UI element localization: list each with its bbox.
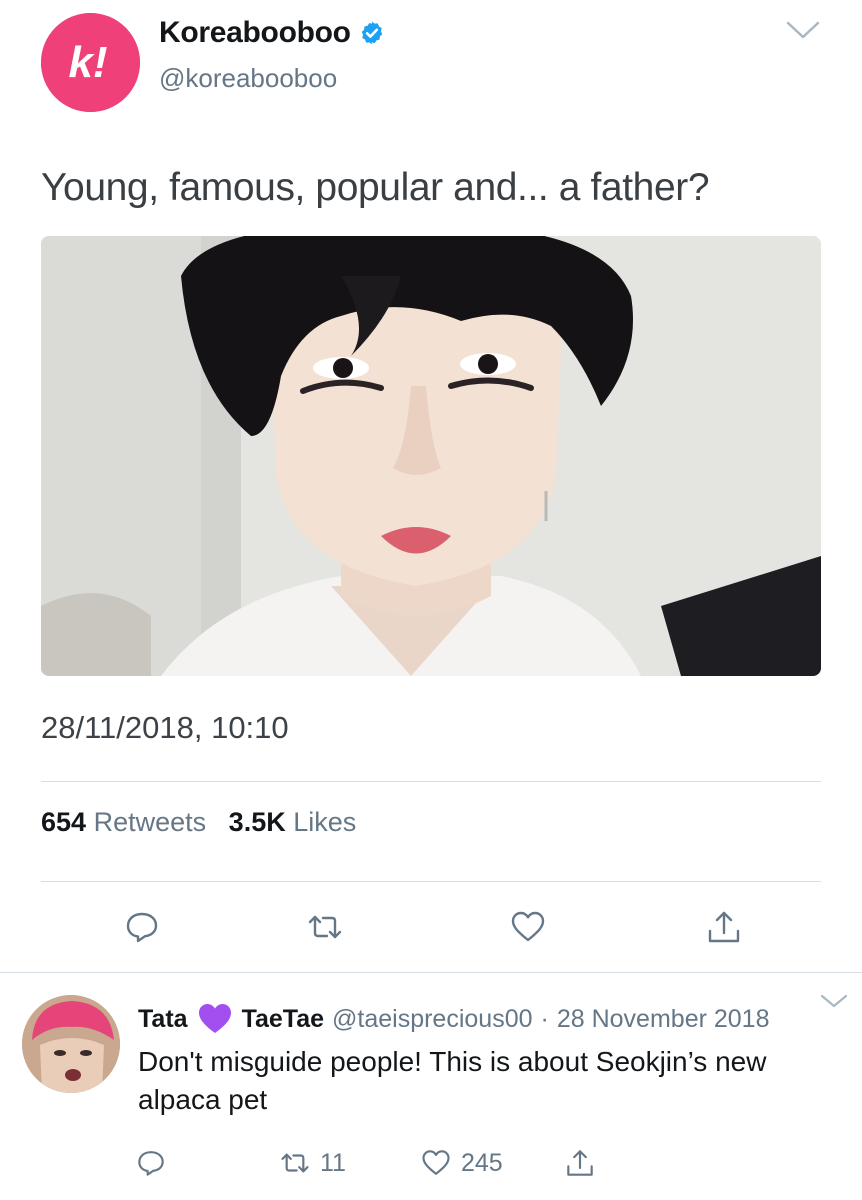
reply-like-button[interactable]: 245 xyxy=(421,1146,503,1180)
portrait-illustration xyxy=(41,236,821,676)
reply-retweet-count: 11 xyxy=(320,1148,346,1177)
chevron-down-icon[interactable] xyxy=(786,20,820,40)
like-label: Likes xyxy=(293,807,357,837)
like-stat[interactable]: 3.5K Likes xyxy=(229,807,357,837)
reply-like-count: 245 xyxy=(461,1148,503,1177)
author-display-name[interactable]: Koreabooboo xyxy=(159,16,385,50)
reply-retweet-button[interactable]: 11 xyxy=(280,1146,346,1180)
koreaboo-logo: k! xyxy=(41,13,140,112)
tweet-text: Young, famous, popular and... a father? xyxy=(41,166,710,209)
reply-avatar[interactable] xyxy=(22,995,120,1093)
tweet-timestamp: 28/11/2018, 10:10 xyxy=(41,710,289,745)
purple-heart-emoji-icon xyxy=(198,1004,231,1033)
like-count: 3.5K xyxy=(228,807,286,837)
chevron-down-icon[interactable] xyxy=(820,993,848,1009)
retweet-icon xyxy=(281,1153,309,1173)
reply-name-part1[interactable]: Tata xyxy=(138,1005,188,1034)
verified-badge-icon xyxy=(361,21,382,45)
reply-icon[interactable] xyxy=(124,909,160,945)
svg-text:k!: k! xyxy=(68,38,107,87)
reply-text: Don't misguide people! This is about Seo… xyxy=(138,1046,767,1115)
reply-header: Tata TaeTae @taeisprecious00 · 28 Novemb… xyxy=(138,1003,769,1035)
reply-date: 28 November 2018 xyxy=(556,1004,770,1033)
reply-avatar-image xyxy=(22,995,120,1093)
author-handle[interactable]: @koreabooboo xyxy=(159,63,337,94)
share-icon[interactable] xyxy=(706,909,742,945)
heart-icon[interactable] xyxy=(510,909,546,945)
reply-handle[interactable]: @taeisprecious00 xyxy=(332,1005,533,1034)
tweet-stats: 654 Retweets 3.5K Likes xyxy=(41,807,356,838)
author-name-text: Koreabooboo xyxy=(159,16,351,49)
divider xyxy=(41,881,821,882)
divider xyxy=(41,781,821,782)
reply-reply-button[interactable] xyxy=(136,1146,166,1180)
retweet-stat[interactable]: 654 Retweets xyxy=(41,807,214,837)
tweet-photo[interactable] xyxy=(41,236,821,676)
heart-icon xyxy=(422,1150,450,1175)
share-icon xyxy=(567,1150,593,1176)
author-avatar[interactable]: k! xyxy=(41,13,140,112)
dot-separator: · xyxy=(540,1004,549,1033)
reply-share-button[interactable] xyxy=(565,1146,595,1180)
section-divider xyxy=(0,972,862,973)
reply-name-part2[interactable]: TaeTae xyxy=(242,1005,324,1034)
reply-icon xyxy=(138,1151,164,1176)
retweet-count: 654 xyxy=(41,807,87,837)
retweet-icon[interactable] xyxy=(307,909,343,945)
retweet-label: Retweets xyxy=(93,807,207,837)
